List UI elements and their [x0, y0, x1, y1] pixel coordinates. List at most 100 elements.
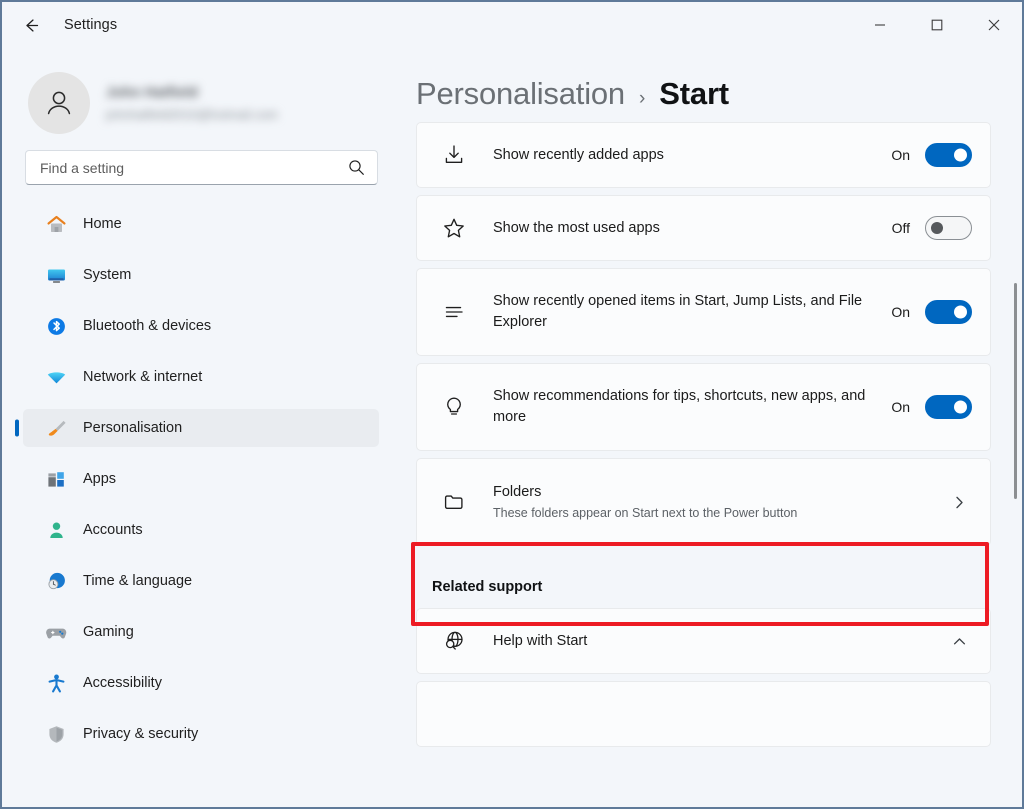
close-button[interactable]: [965, 2, 1022, 48]
paintbrush-icon: [45, 417, 67, 439]
shield-icon: [45, 723, 67, 745]
apps-icon: [45, 468, 67, 490]
maximize-icon: [931, 19, 943, 31]
close-icon: [988, 19, 1000, 31]
lightbulb-icon: [439, 395, 469, 419]
setting-control: [946, 489, 972, 515]
sidebar-item-accounts[interactable]: Accounts: [23, 511, 379, 549]
sidebar-item-label: Home: [83, 216, 122, 232]
sidebar-item-label: Apps: [83, 471, 116, 487]
setting-subtitle: These folders appear on Start next to th…: [493, 504, 934, 522]
setting-control: On: [888, 395, 972, 419]
toggle-most-used-apps[interactable]: [925, 216, 972, 240]
breadcrumb: Personalisation › Start: [400, 48, 1022, 122]
sidebar-item-system[interactable]: System: [23, 256, 379, 294]
setting-row-recently-opened-items[interactable]: Show recently opened items in Start, Jum…: [416, 268, 991, 356]
sidebar-item-label: Gaming: [83, 624, 134, 640]
sidebar-item-home[interactable]: Home: [23, 205, 379, 243]
maximize-button[interactable]: [908, 2, 965, 48]
chevron-right-icon: ›: [639, 88, 645, 110]
content-scrollbar[interactable]: [1014, 283, 1017, 499]
account-name: John Hatfield: [106, 85, 278, 101]
clock-globe-icon: [45, 570, 67, 592]
setting-control: On: [888, 300, 972, 324]
sidebar-item-time-language[interactable]: Time & language: [23, 562, 379, 600]
gamepad-icon: [45, 621, 67, 643]
sidebar-item-gaming[interactable]: Gaming: [23, 613, 379, 651]
globe-search-icon: [439, 629, 469, 653]
minimize-button[interactable]: [851, 2, 908, 48]
toggle-knob: [954, 306, 967, 319]
related-support-row-partial[interactable]: [416, 681, 991, 747]
app-title: Settings: [64, 17, 117, 33]
sidebar-item-label: Privacy & security: [83, 726, 198, 742]
list-lines-icon: [439, 300, 469, 324]
setting-title: Show recently opened items in Start, Jum…: [493, 291, 876, 333]
setting-text: Show recommendations for tips, shortcuts…: [493, 386, 876, 428]
sidebar-item-network-internet[interactable]: Network & internet: [23, 358, 379, 396]
sidebar-item-label: Network & internet: [83, 369, 202, 385]
setting-text: Show recently opened items in Start, Jum…: [493, 291, 876, 333]
toggle-recently-opened-items[interactable]: [925, 300, 972, 324]
page-title: Start: [659, 76, 729, 112]
setting-title: Show recommendations for tips, shortcuts…: [493, 386, 876, 428]
toggle-recommendations[interactable]: [925, 395, 972, 419]
minimize-icon: [874, 19, 886, 31]
wifi-icon: [45, 366, 67, 388]
search-box[interactable]: [25, 150, 378, 185]
setting-row-recommendations[interactable]: Show recommendations for tips, shortcuts…: [416, 363, 991, 451]
download-icon: [439, 143, 469, 167]
setting-row-most-used-apps[interactable]: Show the most used apps Off: [416, 195, 991, 261]
sidebar-item-privacy-security[interactable]: Privacy & security: [23, 715, 379, 753]
sidebar-nav: Home System: [2, 205, 400, 753]
setting-title: Show the most used apps: [493, 218, 876, 239]
setting-title: Folders: [493, 482, 934, 503]
chevron-right-icon[interactable]: [946, 489, 972, 515]
related-support-heading: Related support: [416, 553, 991, 608]
toggle-state-label: Off: [888, 220, 910, 236]
sidebar-item-label: Personalisation: [83, 420, 182, 436]
toggle-recently-added-apps[interactable]: [925, 143, 972, 167]
account-section[interactable]: John Hatfield johnhatfield2010@hotmail.c…: [2, 48, 400, 140]
sidebar-item-personalisation[interactable]: Personalisation: [23, 409, 379, 447]
sidebar-item-label: Bluetooth & devices: [83, 318, 211, 334]
accessibility-icon: [45, 672, 67, 694]
search-icon[interactable]: [348, 159, 365, 176]
related-support-row-help-with-start[interactable]: Help with Start: [416, 608, 991, 674]
folder-icon: [439, 490, 469, 514]
setting-text: Folders These folders appear on Start ne…: [493, 482, 934, 522]
title-bar: Settings: [2, 2, 1022, 48]
window-controls: [851, 2, 1022, 48]
sidebar-item-apps[interactable]: Apps: [23, 460, 379, 498]
sidebar-item-accessibility[interactable]: Accessibility: [23, 664, 379, 702]
home-icon: [45, 213, 67, 235]
chevron-up-icon[interactable]: [946, 628, 972, 654]
setting-text: Show recently added apps: [493, 145, 876, 166]
account-text: John Hatfield johnhatfield2010@hotmail.c…: [106, 85, 278, 122]
setting-row-recently-added-apps[interactable]: Show recently added apps On: [416, 122, 991, 188]
toggle-state-label: On: [888, 304, 910, 320]
setting-control: Off: [888, 216, 972, 240]
account-email: johnhatfield2010@hotmail.com: [106, 108, 278, 122]
breadcrumb-parent[interactable]: Personalisation: [416, 76, 625, 112]
related-support-control: [946, 628, 972, 654]
sidebar-item-bluetooth-devices[interactable]: Bluetooth & devices: [23, 307, 379, 345]
toggle-state-label: On: [888, 399, 910, 415]
settings-window: Settings: [0, 0, 1024, 809]
sidebar: John Hatfield johnhatfield2010@hotmail.c…: [2, 48, 400, 807]
toggle-knob: [931, 222, 943, 234]
settings-card-list: Show recently added apps On Show t: [400, 122, 1022, 747]
toggle-state-label: On: [888, 147, 910, 163]
person-icon: [45, 519, 67, 541]
back-button[interactable]: [14, 8, 48, 42]
setting-row-folders[interactable]: Folders These folders appear on Start ne…: [416, 458, 991, 546]
avatar: [28, 72, 90, 134]
setting-title: Show recently added apps: [493, 145, 876, 166]
setting-control: On: [888, 143, 972, 167]
sidebar-item-label: Accessibility: [83, 675, 162, 691]
toggle-knob: [954, 401, 967, 414]
sidebar-item-label: Time & language: [83, 573, 192, 589]
bluetooth-icon: [45, 315, 67, 337]
search-input[interactable]: [40, 151, 348, 184]
toggle-knob: [954, 149, 967, 162]
